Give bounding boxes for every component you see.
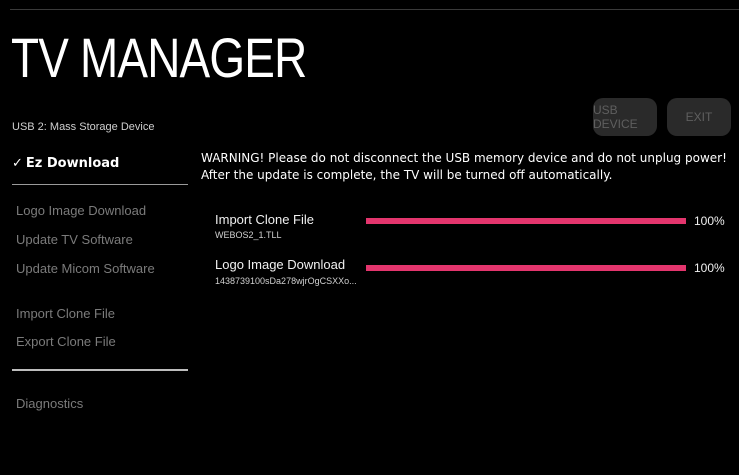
sidebar-divider-thick [12,369,188,371]
progress-percent-logo-image: 100% [694,261,725,275]
progress-fill [366,265,686,271]
warning-message: WARNING! Please do not disconnect the US… [201,150,731,184]
page-title: TV MANAGER [11,26,307,89]
sidebar-item-diagnostics[interactable]: Diagnostics [16,396,83,411]
sidebar-item-update-tv-software[interactable]: Update TV Software [16,232,133,247]
checkmark-icon: ✓ [12,156,23,171]
top-divider [10,9,739,10]
sidebar-item-import-clone-file[interactable]: Import Clone File [16,306,115,321]
warning-line-2: After the update is complete, the TV wil… [201,168,613,182]
progress-percent-import-clone: 100% [694,214,725,228]
progress-bar-import-clone [366,218,686,224]
task-file-logo-image: 1438739100sDa278wjrOgCSXXo... [215,276,357,286]
task-label-import-clone: Import Clone File [215,212,314,227]
task-file-import-clone: WEBOS2_1.TLL [215,230,282,240]
usb-device-button[interactable]: USB DEVICE [593,98,657,136]
sidebar-item-label: Ez Download [25,156,120,171]
task-label-logo-image: Logo Image Download [215,257,346,272]
sidebar-item-export-clone-file[interactable]: Export Clone File [16,334,116,349]
sidebar-item-ez-download[interactable]: ✓ Ez Download [12,156,188,171]
sidebar-divider [12,184,188,185]
warning-line-1: WARNING! Please do not disconnect the US… [201,151,727,165]
sidebar-item-logo-image-download[interactable]: Logo Image Download [16,203,146,218]
progress-fill [366,218,686,224]
progress-bar-logo-image [366,265,686,271]
exit-button[interactable]: EXIT [667,98,731,136]
sidebar-item-update-micom-software[interactable]: Update Micom Software [16,261,155,276]
device-subtitle: USB 2: Mass Storage Device [12,121,155,133]
